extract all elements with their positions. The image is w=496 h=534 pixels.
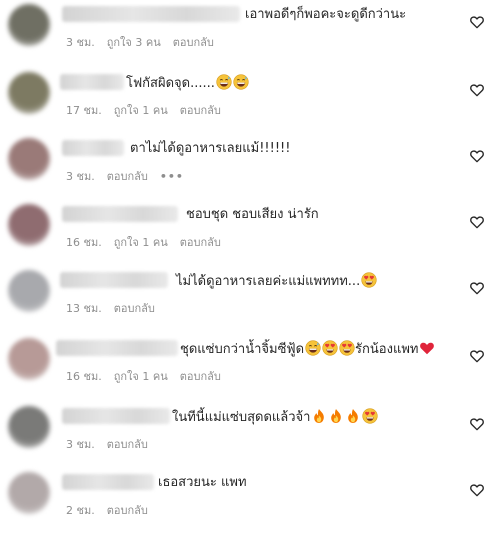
comment-text: ชอบชุด ชอบเสียง น่ารัก — [186, 206, 319, 224]
comment-time[interactable]: 13 ชม. — [66, 302, 102, 315]
comment-time[interactable]: 2 ชม. — [66, 504, 95, 517]
fire-emoji-icon — [348, 409, 359, 423]
comment-time[interactable]: 3 ชม. — [66, 438, 95, 451]
comment-meta: 16 ชม. ถูกใจ 1 คน ตอบกลับ — [66, 236, 233, 250]
comment-text-tail: รักน้องแพท — [355, 342, 419, 357]
comment-item: ไม่ได้ดูอาหารเลยค่ะแม่แพททท... 13 ชม. ตอบก… — [0, 266, 496, 332]
comment-meta: 3 ชม. ตอบกลับ ••• — [66, 170, 196, 184]
comment-text: เอาพอดีๆก็พอคะจะดูดีกว่านะ — [245, 6, 406, 24]
grin-sweat-emoji-icon — [216, 74, 232, 90]
comment-text: ชุดแซ่บกว่าน้ำจิ้มซีฟู้ด รักน้องแพท — [180, 340, 435, 359]
avatar[interactable] — [8, 270, 50, 312]
fire-emoji-icon — [331, 409, 342, 423]
comment-list: เอาพอดีๆก็พอคะจะดูดีกว่านะ 3 ชม. ถูกใจ 3 ค… — [0, 0, 496, 530]
comment-text: ในทีนี้แม่แซ่บสุดดแล้วจ้า — [172, 408, 379, 427]
comment-item: โฟกัสผิดจุด...... 17 ชม. ถูกใจ 1 คน ตอบกลับ — [0, 68, 496, 134]
comment-text-body: ตาไม่ได้ดูอาหารเลยแม้!!!!!! — [130, 141, 291, 156]
username-blurred[interactable] — [56, 340, 178, 356]
heart-outline-icon[interactable] — [469, 280, 485, 296]
comment-text: เธอสวยนะ แพท — [158, 474, 247, 492]
grin-sweat-emoji-icon — [305, 340, 321, 356]
avatar[interactable] — [8, 138, 50, 180]
comment-likes-count[interactable]: ถูกใจ 1 คน — [114, 104, 168, 117]
avatar[interactable] — [8, 338, 50, 380]
reply-button[interactable]: ตอบกลับ — [107, 170, 148, 183]
avatar[interactable] — [8, 204, 50, 246]
red-heart-emoji-icon — [420, 342, 435, 355]
comment-text: ตาไม่ได้ดูอาหารเลยแม้!!!!!! — [130, 140, 290, 158]
comment-item: ชอบชุด ชอบเสียง น่ารัก 16 ชม. ถูกใจ 1 คน ตอ… — [0, 200, 496, 266]
reply-button[interactable]: ตอบกลับ — [107, 504, 148, 517]
comment-time[interactable]: 16 ชม. — [66, 236, 102, 249]
comment-item: ตาไม่ได้ดูอาหารเลยแม้!!!!!! 3 ชม. ตอบกลับ •… — [0, 134, 496, 200]
heart-outline-icon[interactable] — [469, 214, 485, 230]
avatar[interactable] — [8, 72, 50, 114]
comment-text-body: ไม่ได้ดูอาหารเลยค่ะแม่แพททท... — [176, 274, 361, 289]
comment-text: ไม่ได้ดูอาหารเลยค่ะแม่แพททท... — [176, 272, 377, 291]
reply-button[interactable]: ตอบกลับ — [173, 36, 214, 49]
comment-text-body: ในทีนี้แม่แซ่บสุดดแล้วจ้า — [172, 410, 311, 425]
heart-eyes-emoji-icon — [361, 272, 377, 288]
heart-outline-icon[interactable] — [469, 482, 485, 498]
comment-item: ชุดแซ่บกว่าน้ำจิ้มซีฟู้ด รักน้องแพท 16 ชม.… — [0, 334, 496, 400]
comment-text-body: เอาพอดีๆก็พอคะจะดูดีกว่านะ — [245, 7, 407, 22]
reply-button[interactable]: ตอบกลับ — [180, 236, 221, 249]
heart-outline-icon[interactable] — [469, 14, 485, 30]
comment-meta: 13 ชม. ตอบกลับ — [66, 302, 167, 316]
heart-eyes-emoji-icon — [339, 340, 355, 356]
reply-button[interactable]: ตอบกลับ — [180, 104, 221, 117]
username-blurred[interactable] — [62, 6, 240, 22]
comment-item: เธอสวยนะ แพท 2 ชม. ตอบกลับ — [0, 468, 496, 534]
comment-item: ในทีนี้แม่แซ่บสุดดแล้วจ้า 3 ชม. ตอบกลับ — [0, 402, 496, 468]
username-blurred[interactable] — [62, 140, 124, 156]
reply-button[interactable]: ตอบกลับ — [107, 438, 148, 451]
username-blurred[interactable] — [60, 272, 168, 288]
comment-item: เอาพอดีๆก็พอคะจะดูดีกว่านะ 3 ชม. ถูกใจ 3 ค… — [0, 0, 496, 66]
comment-likes-count[interactable]: ถูกใจ 1 คน — [114, 236, 168, 249]
comment-meta: 16 ชม. ถูกใจ 1 คน ตอบกลับ — [66, 370, 233, 384]
fire-emoji-icon — [314, 409, 325, 423]
heart-outline-icon[interactable] — [469, 82, 485, 98]
comment-text-body: เธอสวยนะ แพท — [158, 475, 247, 490]
avatar[interactable] — [8, 406, 50, 448]
heart-outline-icon[interactable] — [469, 348, 485, 364]
reply-button[interactable]: ตอบกลับ — [180, 370, 221, 383]
comment-time[interactable]: 17 ชม. — [66, 104, 102, 117]
comment-text-body: ชุดแซ่บกว่าน้ำจิ้มซีฟู้ด — [180, 342, 305, 357]
comment-meta: 17 ชม. ถูกใจ 1 คน ตอบกลับ — [66, 104, 233, 118]
username-blurred[interactable] — [62, 408, 170, 424]
reply-button[interactable]: ตอบกลับ — [114, 302, 155, 315]
username-blurred[interactable] — [62, 206, 178, 222]
more-options-button[interactable]: ••• — [160, 170, 184, 183]
comment-text: โฟกัสผิดจุด...... — [126, 74, 249, 93]
comment-likes-count[interactable]: ถูกใจ 1 คน — [114, 370, 168, 383]
heart-eyes-emoji-icon — [322, 340, 338, 356]
comment-meta: 2 ชม. ตอบกลับ — [66, 504, 160, 518]
comment-time[interactable]: 3 ชม. — [66, 170, 95, 183]
comment-meta: 3 ชม. ถูกใจ 3 คน ตอบกลับ — [66, 36, 226, 50]
comment-text-body: โฟกัสผิดจุด...... — [126, 76, 215, 91]
comment-likes-count[interactable]: ถูกใจ 3 คน — [107, 36, 161, 49]
comment-time[interactable]: 16 ชม. — [66, 370, 102, 383]
username-blurred[interactable] — [60, 74, 124, 90]
heart-eyes-emoji-icon — [362, 408, 379, 424]
comment-meta: 3 ชม. ตอบกลับ — [66, 438, 160, 452]
username-blurred[interactable] — [62, 474, 154, 490]
grin-sweat-emoji-icon — [233, 74, 249, 90]
heart-outline-icon[interactable] — [469, 148, 485, 164]
heart-outline-icon[interactable] — [469, 416, 485, 432]
comment-time[interactable]: 3 ชม. — [66, 36, 95, 49]
avatar[interactable] — [8, 4, 50, 46]
avatar[interactable] — [8, 472, 50, 514]
comment-text-body: ชอบชุด ชอบเสียง น่ารัก — [186, 207, 319, 222]
